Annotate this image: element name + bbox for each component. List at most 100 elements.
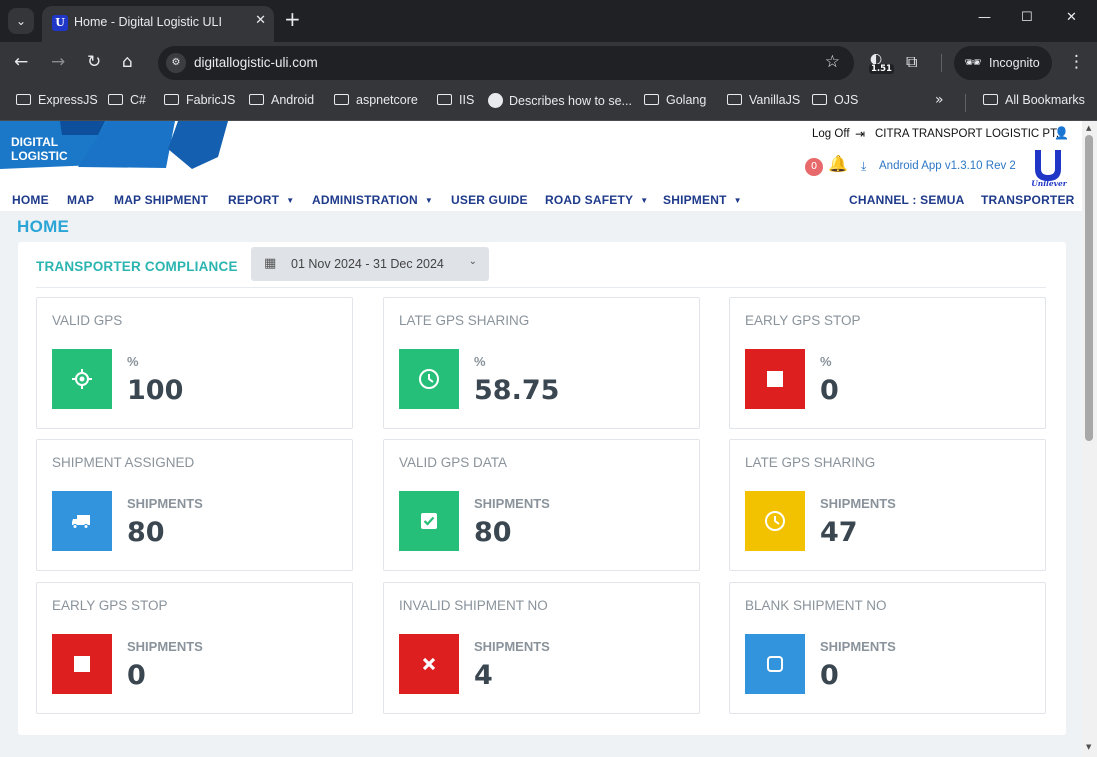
bookmark-item[interactable]: Android (249, 93, 314, 107)
bookmark-label: ExpressJS (38, 93, 98, 107)
browser-menu-icon[interactable]: ⋮ (1068, 52, 1085, 72)
bookmark-item[interactable]: VanillaJS (727, 93, 800, 107)
check-square-icon (399, 491, 459, 551)
site-info-icon[interactable]: ⚙ (166, 53, 186, 73)
card-unit: % (127, 354, 139, 369)
bookmarks-divider (965, 94, 966, 112)
bookmark-label: Describes how to se... (509, 94, 632, 108)
card-value: 47 (820, 517, 858, 548)
bookmark-star-icon[interactable]: ☆ (825, 52, 840, 72)
incognito-button[interactable]: 🕶 Incognito (954, 46, 1052, 80)
bookmark-item[interactable]: C# (108, 93, 146, 107)
card-value: 4 (474, 660, 493, 691)
card-title: EARLY GPS STOP (52, 598, 168, 613)
card-unit: SHIPMENTS (127, 496, 203, 511)
page-scrollbar[interactable]: ▲ ▼ (1082, 121, 1097, 757)
folder-icon (16, 94, 31, 105)
folder-icon (437, 94, 452, 105)
main-menu: HOME MAP MAP SHIPMENT REPORT ▼ ADMINISTRA… (0, 191, 1082, 211)
page-viewport: DIGITAL LOGISTIC Log Off ⇥ CITRA TRANSPO… (0, 121, 1082, 757)
card-value: 80 (127, 517, 165, 548)
card-title: VALID GPS (52, 313, 123, 328)
folder-icon (727, 94, 742, 105)
extension-badge: 1.51 (869, 64, 894, 74)
card-title: BLANK SHIPMENT NO (745, 598, 887, 613)
logoff-link[interactable]: Log Off (812, 128, 850, 140)
company-name: CITRA TRANSPORT LOGISTIC PT. (875, 128, 1060, 140)
card-value: 0 (127, 660, 146, 691)
new-tab-icon[interactable]: + (284, 8, 301, 30)
folder-icon (108, 94, 123, 105)
browser-tabbar: ⌄ U Home - Digital Logistic ULI ✕ + — ☐ … (0, 0, 1097, 42)
menu-transporter[interactable]: TRANSPORTER (981, 193, 1075, 207)
android-app-link[interactable]: Android App v1.3.10 Rev 2 (879, 160, 1016, 172)
menu-report[interactable]: REPORT ▼ (228, 193, 294, 207)
bookmark-item[interactable]: aspnetcore (334, 93, 418, 107)
menu-map-shipment[interactable]: MAP SHIPMENT (114, 193, 208, 207)
back-icon[interactable]: ← (14, 52, 28, 72)
menu-administration[interactable]: ADMINISTRATION ▼ (312, 193, 433, 207)
download-icon[interactable]: ⤓ (861, 159, 866, 174)
bookmark-item[interactable]: Describes how to se... (488, 93, 632, 108)
forward-icon[interactable]: → (51, 52, 65, 72)
card-title: LATE GPS SHARING (745, 455, 876, 470)
bookmarks-bar: ExpressJS C# FabricJS Android aspnetcore… (0, 84, 1097, 121)
site-header: DIGITAL LOGISTIC Log Off ⇥ CITRA TRANSPO… (0, 121, 1082, 211)
browser-tab-active[interactable]: U Home - Digital Logistic ULI ✕ (42, 6, 274, 42)
bookmark-label: FabricJS (186, 93, 236, 107)
address-bar[interactable]: ⚙ digitallogistic-uli.com ☆ (158, 46, 854, 80)
card-unit: % (820, 354, 832, 369)
address-url[interactable]: digitallogistic-uli.com (194, 55, 318, 70)
maximize-icon[interactable]: ☐ (1021, 10, 1033, 25)
bookmark-item[interactable]: FabricJS (164, 93, 235, 107)
minimize-icon[interactable]: — (978, 10, 991, 25)
card-value: 0 (820, 375, 839, 406)
tab-search-dropdown-icon[interactable]: ⌄ (8, 8, 34, 34)
menu-home[interactable]: HOME (12, 193, 49, 207)
card-value: 100 (127, 375, 184, 406)
reload-icon[interactable]: ↻ (87, 52, 101, 72)
card-early-gps-stop-shipments: EARLY GPS STOP SHIPMENTS 0 (36, 582, 353, 714)
bookmark-item[interactable]: IIS (437, 93, 474, 107)
bookmark-label: OJS (834, 93, 859, 107)
folder-icon (644, 94, 659, 105)
all-bookmarks-button[interactable]: All Bookmarks (983, 93, 1085, 107)
extensions-puzzle-icon[interactable]: ⧉ (906, 52, 917, 72)
folder-icon (334, 94, 349, 105)
menu-shipment[interactable]: SHIPMENT ▼ (663, 193, 742, 207)
toolbar-divider (941, 54, 942, 72)
card-unit: % (474, 354, 486, 369)
chevron-down-icon: ▼ (286, 196, 295, 205)
bookmark-item[interactable]: OJS (812, 93, 858, 107)
menu-road-safety-label: ROAD SAFETY (545, 193, 634, 207)
tab-close-icon[interactable]: ✕ (255, 13, 266, 28)
menu-road-safety[interactable]: ROAD SAFETY ▼ (545, 193, 648, 207)
menu-user-guide[interactable]: USER GUIDE (451, 193, 528, 207)
user-icon[interactable]: 👤 (1054, 126, 1069, 140)
logoff-icon[interactable]: ⇥ (855, 127, 865, 141)
scrollbar-thumb[interactable] (1085, 135, 1093, 441)
chevron-down-icon: ⌄ (468, 256, 477, 267)
folder-icon (983, 94, 998, 105)
crosshair-icon (52, 349, 112, 409)
compliance-panel: TRANSPORTER COMPLIANCE ▦ 01 Nov 2024 - 3… (18, 242, 1066, 735)
bell-icon[interactable]: 🔔 (828, 154, 848, 173)
card-unit: SHIPMENTS (474, 639, 550, 654)
menu-channel[interactable]: CHANNEL : SEMUA (849, 193, 964, 207)
window-close-icon[interactable]: ✕ (1066, 10, 1077, 25)
bookmark-item[interactable]: ExpressJS (16, 93, 98, 107)
bookmark-label: VanillaJS (749, 93, 801, 107)
chevron-down-icon: ▼ (424, 196, 434, 205)
scroll-up-icon[interactable]: ▲ (1086, 124, 1091, 132)
home-icon[interactable]: ⌂ (122, 52, 133, 72)
bookmark-item[interactable]: Golang (644, 93, 706, 107)
menu-administration-label: ADMINISTRATION (312, 193, 418, 207)
date-range-picker[interactable]: ▦ 01 Nov 2024 - 31 Dec 2024 ⌄ (251, 247, 489, 281)
card-title: EARLY GPS STOP (745, 313, 861, 328)
clock-icon (399, 349, 459, 409)
card-value: 0 (820, 660, 839, 691)
more-bookmarks-icon[interactable]: » (935, 92, 944, 108)
menu-map[interactable]: MAP (67, 193, 94, 207)
card-shipment-assigned: SHIPMENT ASSIGNED SHIPMENTS 80 (36, 439, 353, 571)
scroll-down-icon[interactable]: ▼ (1086, 743, 1091, 751)
